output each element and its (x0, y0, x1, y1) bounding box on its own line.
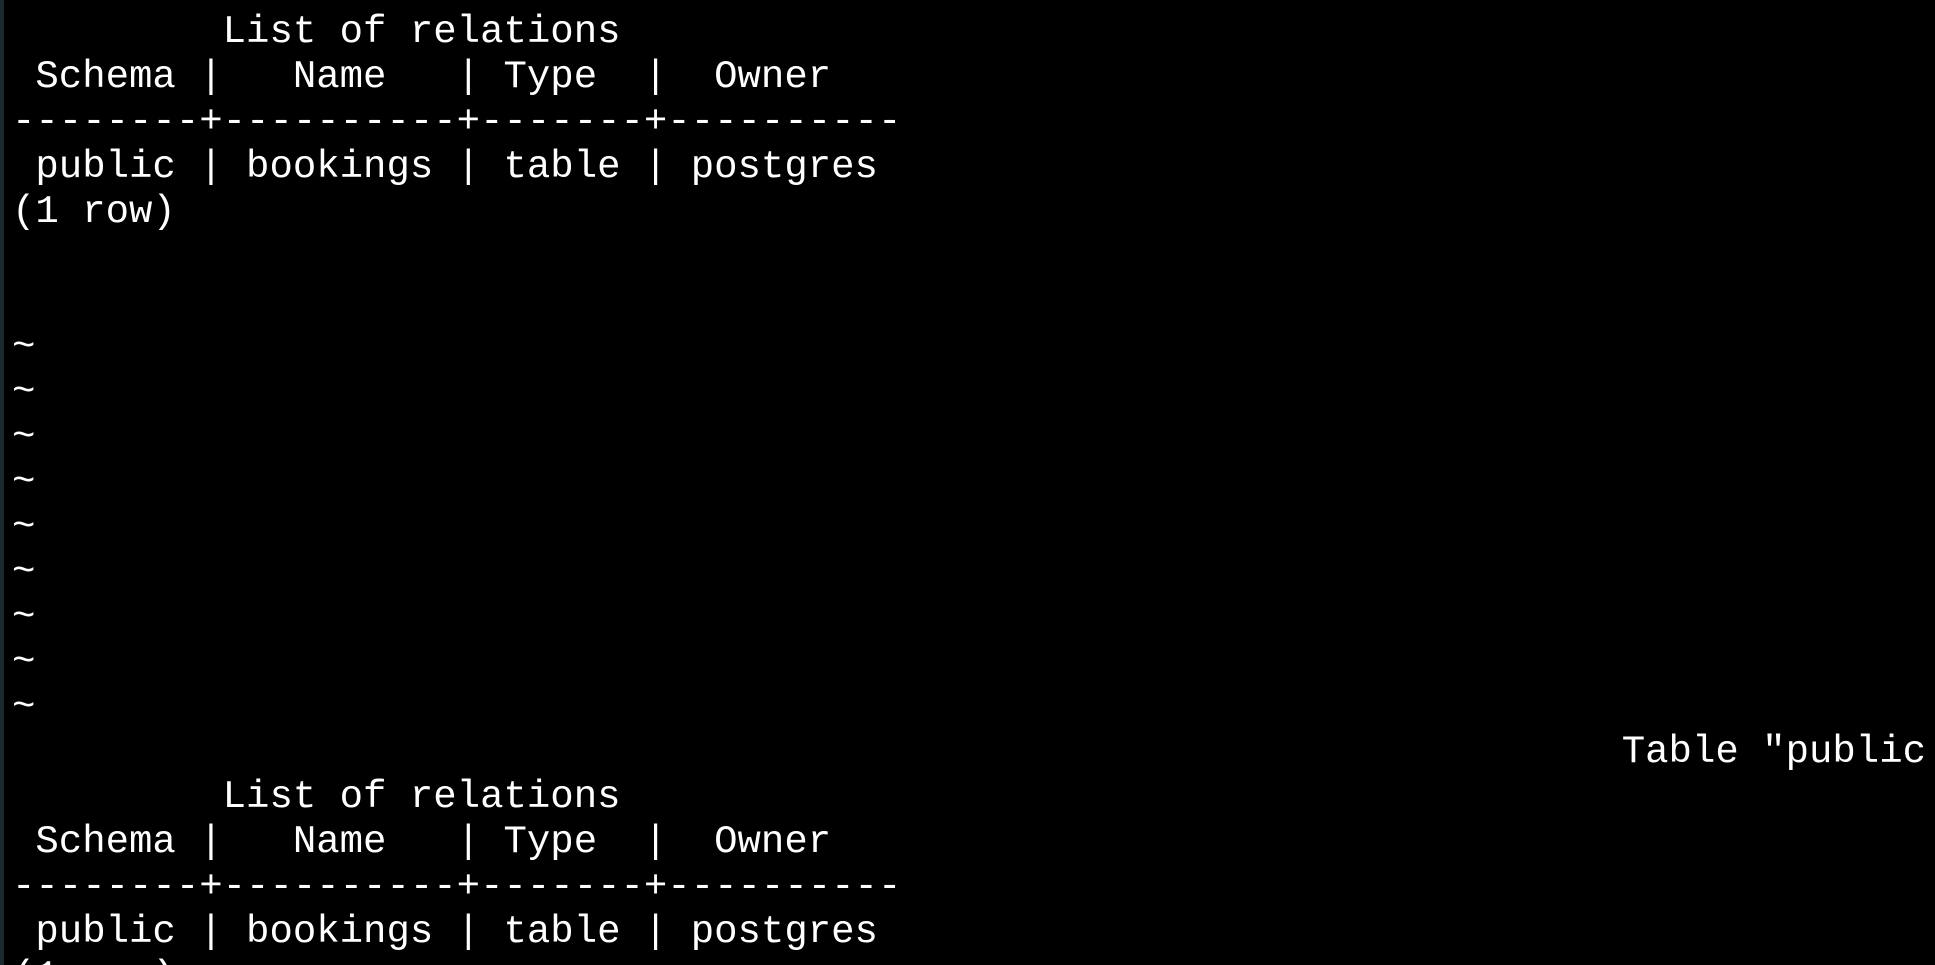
table-separator: --------+----------+-------+---------- (12, 865, 902, 909)
relations-title: List of relations (12, 10, 621, 54)
table-description-text: Table "public (1621, 730, 1926, 774)
relations-title: List of relations (12, 775, 621, 819)
tilde-line: ~ (12, 460, 36, 504)
tilde-line: ~ (12, 685, 36, 729)
row-count: (1 row) (12, 955, 176, 965)
tilde-line: ~ (12, 415, 36, 459)
table-row: public | bookings | table | postgres (12, 910, 878, 954)
table-header-row: Schema | Name | Type | Owner (12, 820, 832, 864)
table-row: public | bookings | table | postgres (12, 145, 878, 189)
tilde-line: ~ (12, 325, 36, 369)
tilde-line: ~ (12, 370, 36, 414)
tilde-line: ~ (12, 505, 36, 549)
table-separator: --------+----------+-------+---------- (12, 100, 902, 144)
tilde-line: ~ (12, 550, 36, 594)
terminal-window[interactable]: List of relations Schema | Name | Type |… (0, 0, 1935, 965)
tilde-line: ~ (12, 640, 36, 684)
row-count: (1 row) (12, 190, 176, 234)
table-header-row: Schema | Name | Type | Owner (12, 55, 832, 99)
tilde-line: ~ (12, 595, 36, 639)
